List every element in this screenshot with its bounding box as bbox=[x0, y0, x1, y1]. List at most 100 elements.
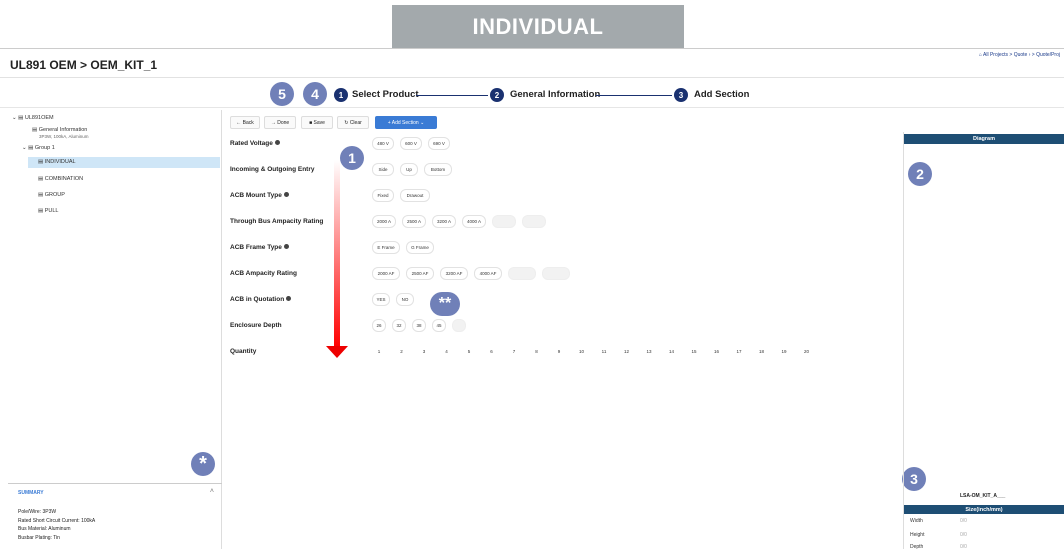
stepper: 1 Select Product 2 General Information 3… bbox=[0, 86, 1064, 106]
size-header: Size(inch/mm) bbox=[904, 505, 1064, 514]
option-button bbox=[508, 267, 536, 280]
step-1-label[interactable]: Select Product bbox=[352, 89, 419, 100]
option-button[interactable]: Side bbox=[372, 163, 394, 176]
step-3-label[interactable]: Add Section bbox=[694, 89, 749, 100]
tree-item-pull[interactable]: ▤ PULL bbox=[38, 208, 59, 214]
option-button[interactable]: 26 bbox=[372, 319, 386, 332]
option-button[interactable]: 480 V bbox=[372, 137, 394, 150]
option-button[interactable]: 20 bbox=[799, 345, 814, 358]
step-1-circle[interactable]: 1 bbox=[334, 88, 348, 102]
option-button[interactable]: 5 bbox=[462, 345, 476, 358]
tree-general-info[interactable]: ▤ General Information bbox=[32, 127, 87, 133]
tree-item-combination[interactable]: ▤ COMBINATION bbox=[38, 176, 83, 182]
tree-item-group[interactable]: ▤ GROUP bbox=[38, 192, 65, 198]
info-icon[interactable] bbox=[283, 192, 289, 197]
option-button[interactable]: 3200 AF bbox=[440, 267, 468, 280]
summary-line: Rated Short Circuit Current: 100kA bbox=[18, 518, 96, 524]
option-button[interactable]: 15 bbox=[687, 345, 701, 358]
option-button[interactable]: 2 bbox=[394, 345, 409, 358]
step-2-label[interactable]: General Information bbox=[510, 89, 600, 100]
size-label: Width bbox=[910, 518, 923, 524]
option-button[interactable]: 690 V bbox=[428, 137, 450, 150]
back-button[interactable]: ← Back bbox=[230, 116, 260, 129]
option-button[interactable]: 6 bbox=[484, 345, 499, 358]
option-button[interactable]: 4000 A bbox=[462, 215, 486, 228]
option-button[interactable]: 4000 AF bbox=[474, 267, 502, 280]
flow-arrow-head bbox=[326, 346, 348, 358]
option-button[interactable]: 14 bbox=[664, 345, 679, 358]
field-label: Enclosure Depth bbox=[230, 322, 282, 329]
option-button[interactable]: 38 bbox=[412, 319, 426, 332]
diagram-panel bbox=[903, 132, 1064, 549]
page-title: UL891 OEM > OEM_KIT_1 bbox=[10, 58, 158, 72]
done-button[interactable]: → Done bbox=[264, 116, 296, 129]
field-label: ACB Mount Type bbox=[230, 192, 289, 199]
option-button[interactable]: 13 bbox=[642, 345, 656, 358]
option-button[interactable]: Up bbox=[400, 163, 418, 176]
field-label: Rated Voltage bbox=[230, 140, 280, 147]
chevron-up-icon[interactable]: ˄ bbox=[210, 488, 214, 495]
tree-group[interactable]: ⌄ ▤ Group 1 bbox=[22, 145, 55, 151]
option-button[interactable]: G Frame bbox=[406, 241, 434, 254]
flow-arrow bbox=[334, 160, 340, 348]
tree-item-label: COMBINATION bbox=[44, 176, 84, 182]
option-button[interactable]: 18 bbox=[754, 345, 769, 358]
info-icon[interactable] bbox=[286, 296, 292, 301]
option-button[interactable]: 19 bbox=[777, 345, 791, 358]
option-button[interactable]: 10 bbox=[574, 345, 589, 358]
option-button[interactable]: 12 bbox=[619, 345, 634, 358]
option-button[interactable]: 9 bbox=[552, 345, 566, 358]
option-button[interactable]: NO bbox=[396, 293, 414, 306]
option-button[interactable]: 3200 A bbox=[432, 215, 456, 228]
info-icon[interactable] bbox=[274, 140, 280, 145]
summary-line: Busbar Plating: Tin bbox=[18, 535, 60, 541]
option-button[interactable]: 2000 A bbox=[372, 215, 396, 228]
step-2-circle[interactable]: 2 bbox=[490, 88, 504, 102]
field-label: Quantity bbox=[230, 348, 257, 355]
step-connector bbox=[416, 95, 488, 96]
field-label: Incoming & Outgoing Entry bbox=[230, 166, 315, 173]
field-label: ACB Ampacity Rating bbox=[230, 270, 297, 277]
option-button[interactable]: 1 bbox=[372, 345, 386, 358]
option-button[interactable]: 11 bbox=[597, 345, 611, 358]
field-label: ACB Frame Type bbox=[230, 244, 289, 251]
info-icon[interactable] bbox=[283, 244, 289, 249]
tree-group-label: Group 1 bbox=[34, 145, 55, 151]
option-button[interactable]: E Frame bbox=[372, 241, 400, 254]
option-button[interactable]: 7 bbox=[507, 345, 521, 358]
option-button[interactable]: 45 bbox=[432, 319, 446, 332]
option-button[interactable]: 600 V bbox=[400, 137, 422, 150]
tree-general-info-label: General Information bbox=[38, 127, 88, 133]
option-button[interactable]: YES bbox=[372, 293, 390, 306]
add-section-button[interactable]: + Add Section ⌄ bbox=[375, 116, 437, 129]
option-button[interactable]: 8 bbox=[529, 345, 544, 358]
option-button[interactable]: Fixed bbox=[372, 189, 394, 202]
tree-root[interactable]: ⌄ ▤ UL891OEM bbox=[12, 115, 54, 121]
tree-item-label: PULL bbox=[44, 208, 59, 214]
option-button[interactable]: 4 bbox=[439, 345, 454, 358]
annotation-badge-4: 4 bbox=[303, 82, 327, 106]
option-button[interactable]: Bottom bbox=[424, 163, 452, 176]
top-bar bbox=[0, 48, 1064, 78]
tree-general-sub: 3P3W, 100kA, Aluminum bbox=[39, 134, 89, 139]
annotation-badge-1: 1 bbox=[340, 146, 364, 170]
option-button[interactable]: 2000 AF bbox=[372, 267, 400, 280]
option-button bbox=[452, 319, 466, 332]
save-button[interactable]: ■ Save bbox=[301, 116, 333, 129]
annotation-badge-5: 5 bbox=[270, 82, 294, 106]
summary-title: SUMMARY bbox=[18, 490, 44, 496]
tree-item-individual[interactable]: ▤ INDIVIDUAL bbox=[28, 157, 220, 168]
tree-item-label: INDIVIDUAL bbox=[44, 159, 76, 165]
breadcrumb[interactable]: ⌂ All Projects > Quote › > Quote/Proj bbox=[979, 52, 1060, 58]
option-button[interactable]: 2500 A bbox=[402, 215, 426, 228]
diagram-caption: LSA-OM_KIT_A___ bbox=[960, 493, 1006, 499]
option-button[interactable]: 2500 AF bbox=[406, 267, 434, 280]
individual-banner: INDIVIDUAL bbox=[392, 5, 684, 48]
clear-button[interactable]: ↻ Clear bbox=[337, 116, 369, 129]
option-button[interactable]: Drawout bbox=[400, 189, 430, 202]
option-button[interactable]: 17 bbox=[732, 345, 746, 358]
option-button[interactable]: 3 bbox=[417, 345, 431, 358]
option-button[interactable]: 32 bbox=[392, 319, 406, 332]
option-button[interactable]: 16 bbox=[709, 345, 724, 358]
step-3-circle[interactable]: 3 bbox=[674, 88, 688, 102]
